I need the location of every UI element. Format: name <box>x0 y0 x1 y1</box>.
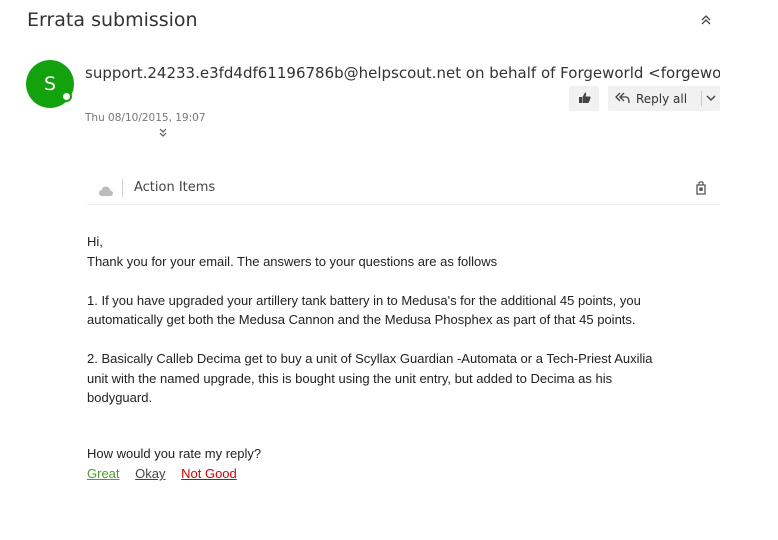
presence-indicator <box>61 91 72 102</box>
sent-date: Thu 08/10/2015, 19:07 <box>85 112 206 124</box>
rate-great-link[interactable]: Great <box>87 466 120 481</box>
body-line: bodyguard. <box>87 390 153 405</box>
reply-all-label: Reply all <box>636 91 688 106</box>
store-icon[interactable] <box>695 180 707 199</box>
message-body: Hi, Thank you for your email. The answer… <box>87 232 727 408</box>
rate-not-good-link[interactable]: Not Good <box>181 466 237 481</box>
body-line: Thank you for your email. The answers to… <box>87 253 498 269</box>
reaction-icon <box>577 89 592 108</box>
reply-all-group: Reply all <box>608 86 720 111</box>
rate-okay-link[interactable]: Okay <box>135 466 165 481</box>
reply-all-icon <box>615 89 630 108</box>
body-line: 2. Basically Calleb Decima get to buy a … <box>87 351 653 366</box>
body-line: unit with the named upgrade, this is bou… <box>87 370 613 386</box>
collapse-up-icon[interactable] <box>697 14 715 32</box>
reply-all-button[interactable]: Reply all <box>608 86 701 111</box>
chevron-down-icon <box>706 92 716 105</box>
rating-links: Great Okay Not Good <box>87 466 249 481</box>
body-line: automatically get both the Medusa Cannon… <box>87 312 636 327</box>
action-divider <box>122 179 123 197</box>
sender-line[interactable]: support.24233.e3fd4df61196786b@helpscout… <box>85 64 720 82</box>
reaction-button[interactable] <box>569 86 599 111</box>
rating-question: How would you rate my reply? <box>87 446 262 461</box>
action-items-bar: Action Items <box>87 174 720 205</box>
body-line: 1. If you have upgraded your artillery t… <box>87 292 641 308</box>
body-greeting: Hi, <box>87 234 103 249</box>
action-items-label[interactable]: Action Items <box>134 180 215 195</box>
reply-options-button[interactable] <box>702 92 720 105</box>
cloud-icon <box>98 182 114 201</box>
expand-down-icon[interactable] <box>156 128 170 142</box>
email-subject: Errata submission <box>27 9 198 31</box>
